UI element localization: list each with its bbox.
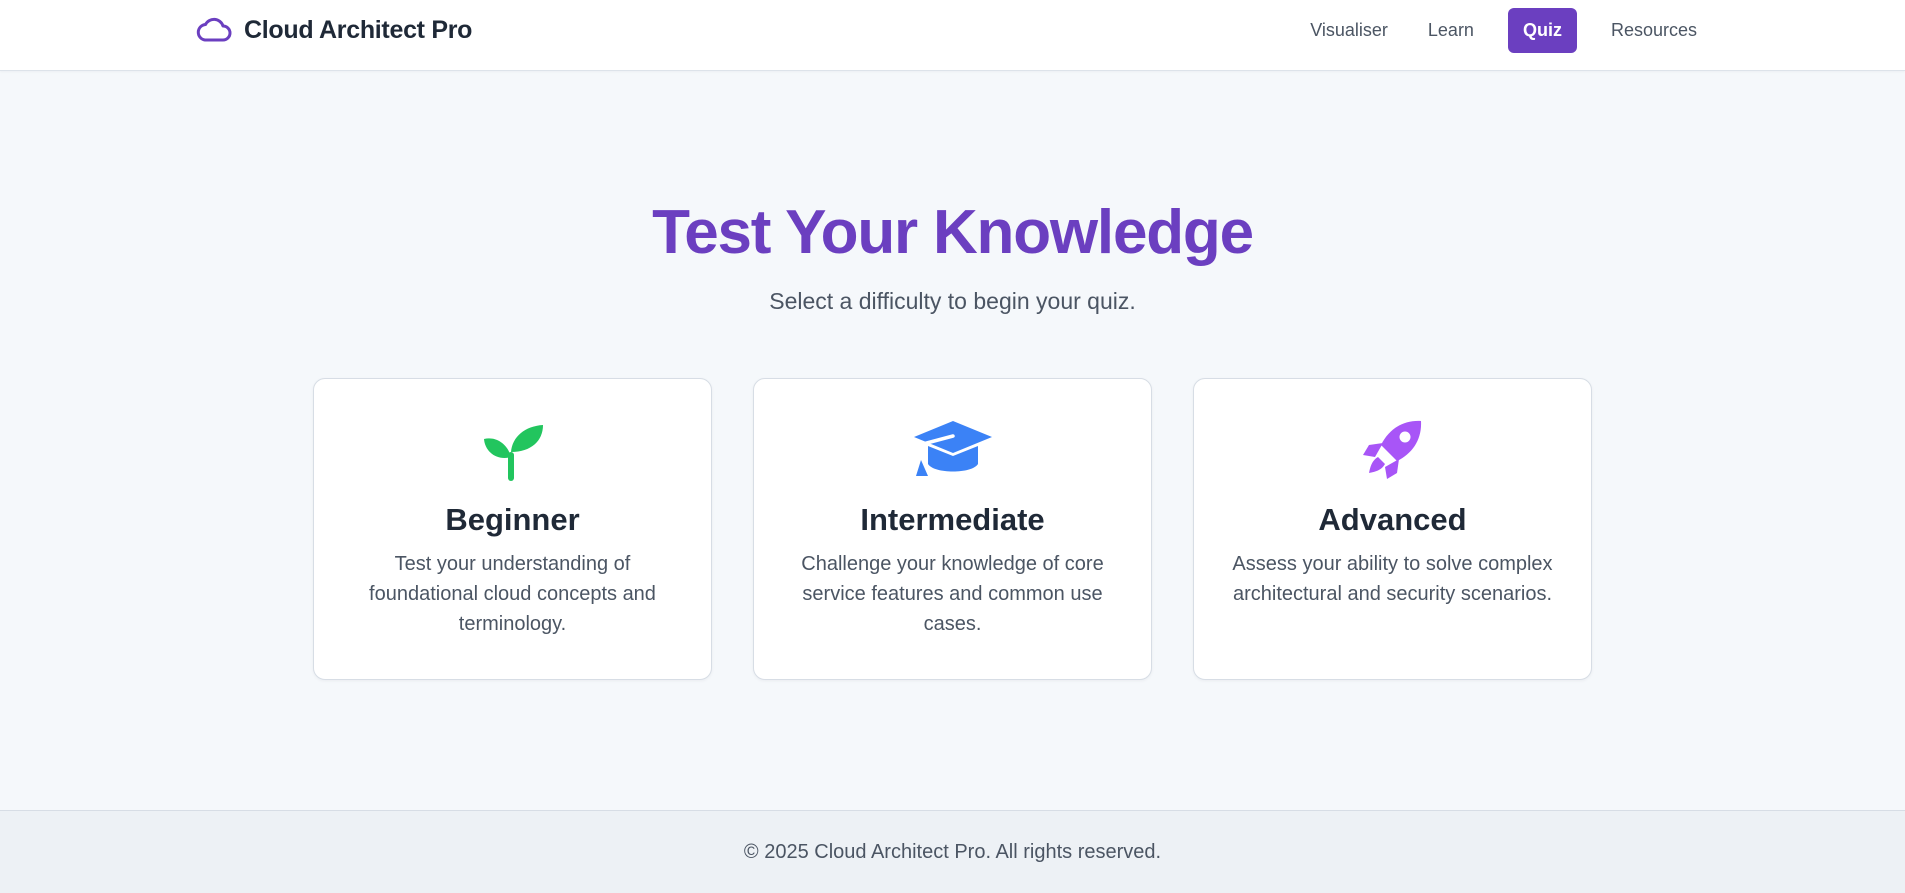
graduation-cap-icon [908,417,998,481]
cloud-icon [194,15,232,45]
difficulty-card-advanced[interactable]: Advanced Assess your ability to solve co… [1193,378,1592,680]
nav-quiz[interactable]: Quiz [1507,8,1577,53]
seedling-icon [468,417,558,481]
top-navbar: Cloud Architect Pro Visualiser Learn Qui… [0,0,1905,71]
card-title: Intermediate [860,502,1045,537]
brand-name: Cloud Architect Pro [244,15,473,44]
card-description: Test your understanding of foundational … [369,553,656,635]
footer-copyright: © 2025 Cloud Architect Pro. All rights r… [743,841,1162,863]
rocket-icon [1348,417,1438,481]
difficulty-card-intermediate[interactable]: Intermediate Challenge your knowledge of… [753,378,1152,680]
difficulty-cards: Beginner Test your understanding of foun… [313,378,1592,680]
brand-link[interactable]: Cloud Architect Pro [194,0,472,60]
nav-resources[interactable]: Resources [1595,8,1713,53]
page: Cloud Architect Pro Visualiser Learn Qui… [0,0,1905,893]
page-title: Test Your Knowledge [652,198,1254,267]
card-title: Advanced [1318,502,1467,537]
card-title: Beginner [445,502,580,537]
nav-visualiser[interactable]: Visualiser [1294,8,1404,53]
page-subtitle: Select a difficulty to begin your quiz. [769,288,1136,314]
footer: © 2025 Cloud Architect Pro. All rights r… [0,810,1905,893]
card-description: Challenge your knowledge of core service… [801,553,1104,635]
nav-learn[interactable]: Learn [1412,8,1490,53]
difficulty-card-beginner[interactable]: Beginner Test your understanding of foun… [313,378,712,680]
card-description: Assess your ability to solve complex arc… [1232,553,1553,605]
main-nav: Visualiser Learn Quiz Resources [1294,8,1713,53]
